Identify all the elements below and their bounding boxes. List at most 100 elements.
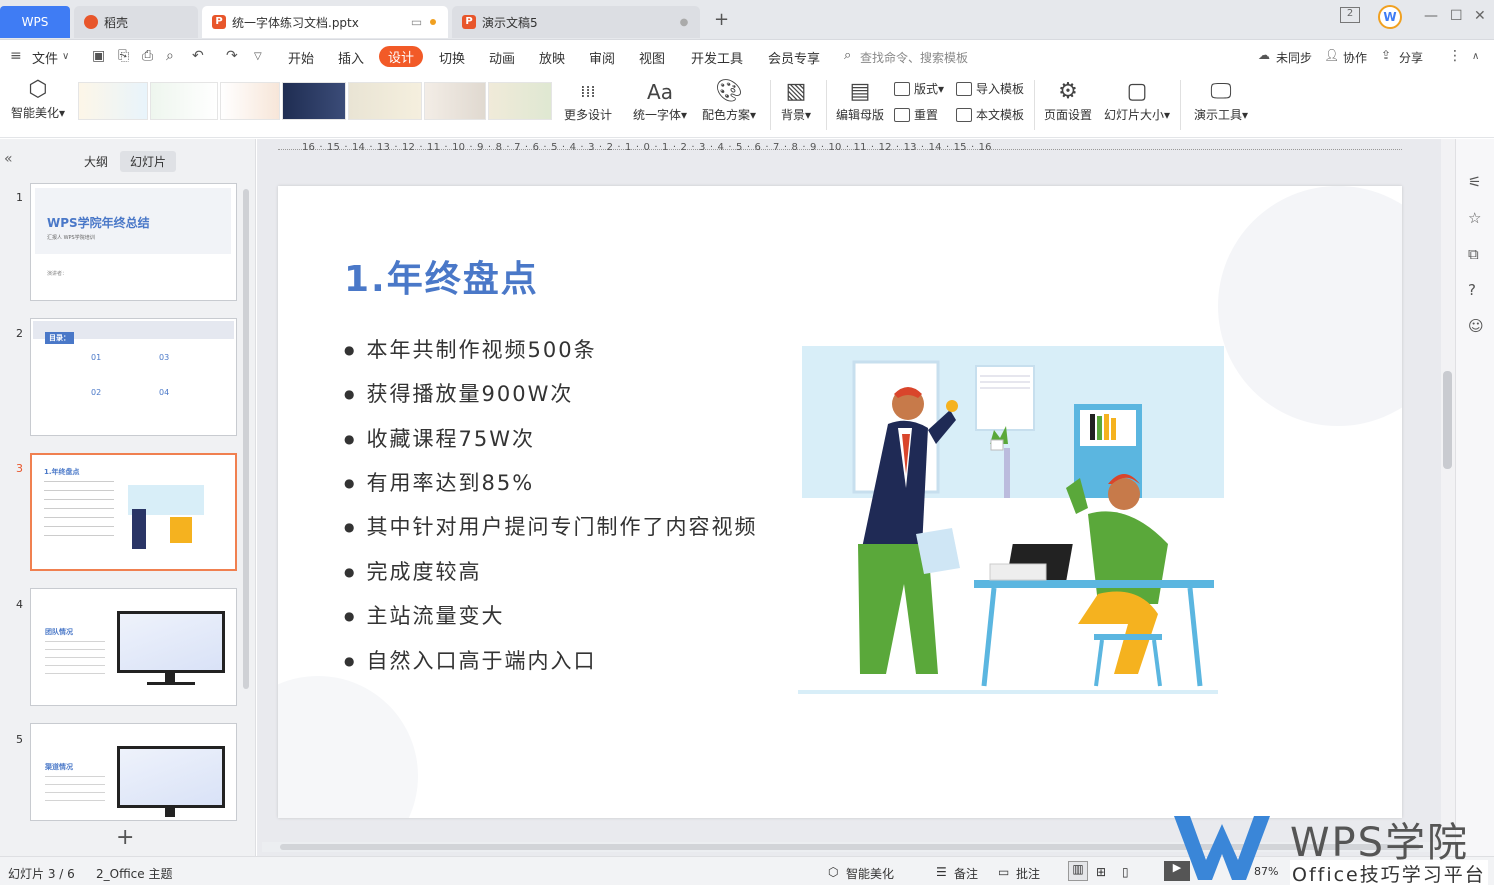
office-illustration[interactable] [798,344,1228,704]
menu-slideshow[interactable]: 放映 [539,48,565,67]
share-button[interactable]: 分享 [1399,49,1423,66]
robot-icon[interactable]: ☺ [1468,317,1484,335]
close-icon[interactable]: ✕ [1474,8,1486,24]
more-icon[interactable]: ⋮ [1448,48,1462,64]
print-icon[interactable]: ⎙ [142,48,153,64]
bullet-item[interactable]: 主站流量变大 [344,600,504,630]
bullet-item[interactable]: 获得播放量900W次 [344,378,573,408]
undo-icon[interactable]: ↶ [192,48,204,64]
template-thumb[interactable] [220,82,280,120]
watermark-tagline: Office技巧学习平台 [1290,860,1488,885]
bullet-item[interactable]: 有用率达到85% [344,467,534,497]
menu-transition[interactable]: 切换 [439,48,465,67]
background-button[interactable]: ▧ 背景▾ [776,78,816,123]
bullet-item[interactable]: 本年共制作视频500条 [344,334,597,364]
template-thumb[interactable] [488,82,552,120]
collapse-panel-icon[interactable]: « [4,151,13,167]
bullet-item[interactable]: 完成度较高 [344,556,481,586]
tab-slides[interactable]: 幻灯片 [120,151,177,172]
collab-button[interactable]: 协作 [1343,49,1367,66]
slide-thumb-1[interactable]: WPS学院年终总结 汇报人 WPS学院培训 演讲者： [30,183,237,301]
thumb-title: 目录： [45,332,74,344]
slide-thumb-2[interactable]: 目录： 01 03 02 04 [30,318,237,436]
template-thumb[interactable] [78,82,148,120]
new-tab-button[interactable]: + [714,9,729,30]
menu-design[interactable]: 设计 [379,46,424,67]
menu-member[interactable]: 会员专享 [768,48,820,67]
menu-file[interactable]: 文件 [32,48,58,67]
layout-icon [894,81,910,96]
save-icon[interactable]: ▣ [92,48,105,64]
tab-outline[interactable]: 大纲 [84,153,108,170]
menu-home[interactable]: 开始 [288,48,314,67]
template-thumb[interactable] [424,82,486,120]
panel-scrollbar[interactable] [243,189,249,689]
star-icon[interactable]: ☆ [1468,209,1481,227]
window-count-icon[interactable]: 2 [1340,7,1360,23]
tab-other-document[interactable]: 演示文稿5 ● [452,6,700,38]
this-template-button[interactable]: 本文模板 [956,106,1024,123]
slide-thumb-4[interactable]: 团队情况 [30,588,237,706]
smart-beautify-button[interactable]: ⬡ 智能美化▾ [8,76,68,121]
bullet-item[interactable]: 自然入口高于端内入口 [344,645,596,675]
collapse-ribbon-icon[interactable]: ∧ [1472,51,1479,62]
sync-button[interactable]: 未同步 [1276,49,1312,66]
search-input[interactable]: 查找命令、搜索模板 [860,49,968,66]
template-thumb[interactable] [348,82,422,120]
menu-developer[interactable]: 开发工具 [691,48,743,67]
menu-insert[interactable]: 插入 [338,48,364,67]
current-slide[interactable]: 1.年终盘点 本年共制作视频500条 获得播放量900W次 收藏课程75W次 有… [278,186,1402,818]
scroll-thumb[interactable] [1443,371,1452,469]
presentation-tools-button[interactable]: 🖵︎ 演示工具▾ [1188,78,1254,123]
menu-view[interactable]: 视图 [639,48,665,67]
unify-font-button[interactable]: Aa 统一字体▾ [630,78,690,123]
maximize-icon[interactable]: ☐ [1450,8,1463,24]
template-thumb[interactable] [282,82,346,120]
hamburger-icon[interactable]: ≡ [10,48,22,64]
comments-button[interactable]: 批注 [1016,865,1040,882]
notes-button[interactable]: 备注 [954,865,978,882]
reading-view-icon[interactable]: ▯ [1122,865,1129,879]
menu-review[interactable]: 审阅 [589,48,615,67]
tab-wps-home[interactable]: WPS [0,6,70,38]
preview-icon[interactable]: ⌕ [166,48,174,64]
transition-icon[interactable]: ⧉ [1468,245,1479,263]
import-template-button[interactable]: 导入模板 [956,80,1024,97]
slide-size-button[interactable]: ▢ 幻灯片大小▾ [1100,78,1174,123]
reset-button[interactable]: 重置 [894,106,938,123]
sorter-view-icon[interactable]: ⊞ [1096,865,1106,879]
slide-number: 2 [16,327,23,340]
chevron-down-icon[interactable]: ∨ [62,51,69,62]
slide-panel: « 大纲 幻灯片 1 WPS学院年终总结 汇报人 WPS学院培训 演讲者： 2 … [0,139,256,856]
more-quick-icon[interactable]: ▽ [254,51,262,62]
template-thumb[interactable] [150,82,218,120]
color-scheme-button[interactable]: 🎨︎ 配色方案▾ [698,78,760,123]
theme-name[interactable]: 2_Office 主题 [96,865,172,882]
notes-icon: ☰ [936,865,947,879]
more-design-button[interactable]: ⁞⁞⁞ 更多设计 [562,78,614,123]
smart-beautify-status[interactable]: 智能美化 [846,865,894,882]
import-template-label: 导入模板 [976,82,1025,96]
menu-animation[interactable]: 动画 [489,48,515,67]
slide-thumb-3[interactable]: 1.年终盘点 [30,453,237,571]
monitor-icon[interactable]: ▭ [411,15,422,29]
add-slide-button[interactable]: + [116,825,134,850]
vertical-scrollbar[interactable] [1441,139,1455,856]
bullet-item[interactable]: 其中针对用户提问专门制作了内容视频 [344,511,757,541]
tab-docer[interactable]: 稻壳 [74,6,198,38]
export-icon[interactable]: ⎘ [118,48,129,64]
slide-title[interactable]: 1.年终盘点 [344,250,539,302]
layout-button[interactable]: 版式 ▾ [894,80,944,97]
bullet-item[interactable]: 收藏课程75W次 [344,423,535,453]
tab-close-icon[interactable]: ● [680,17,689,28]
redo-icon[interactable]: ↷ [226,48,238,64]
normal-view-icon[interactable]: ▥ [1068,861,1088,881]
tab-active-document[interactable]: 统一字体练习文档.pptx ▭ [202,6,448,38]
avatar[interactable]: W [1378,5,1402,29]
edit-master-button[interactable]: ▤ 编辑母版 [832,78,888,123]
properties-icon[interactable]: ⚟ [1468,173,1481,191]
slide-thumb-5[interactable]: 渠道情况 [30,723,237,821]
minimize-icon[interactable]: — [1424,8,1438,24]
help-icon[interactable]: ? [1468,281,1476,299]
page-setup-button[interactable]: ⚙︎ 页面设置 [1040,78,1096,123]
